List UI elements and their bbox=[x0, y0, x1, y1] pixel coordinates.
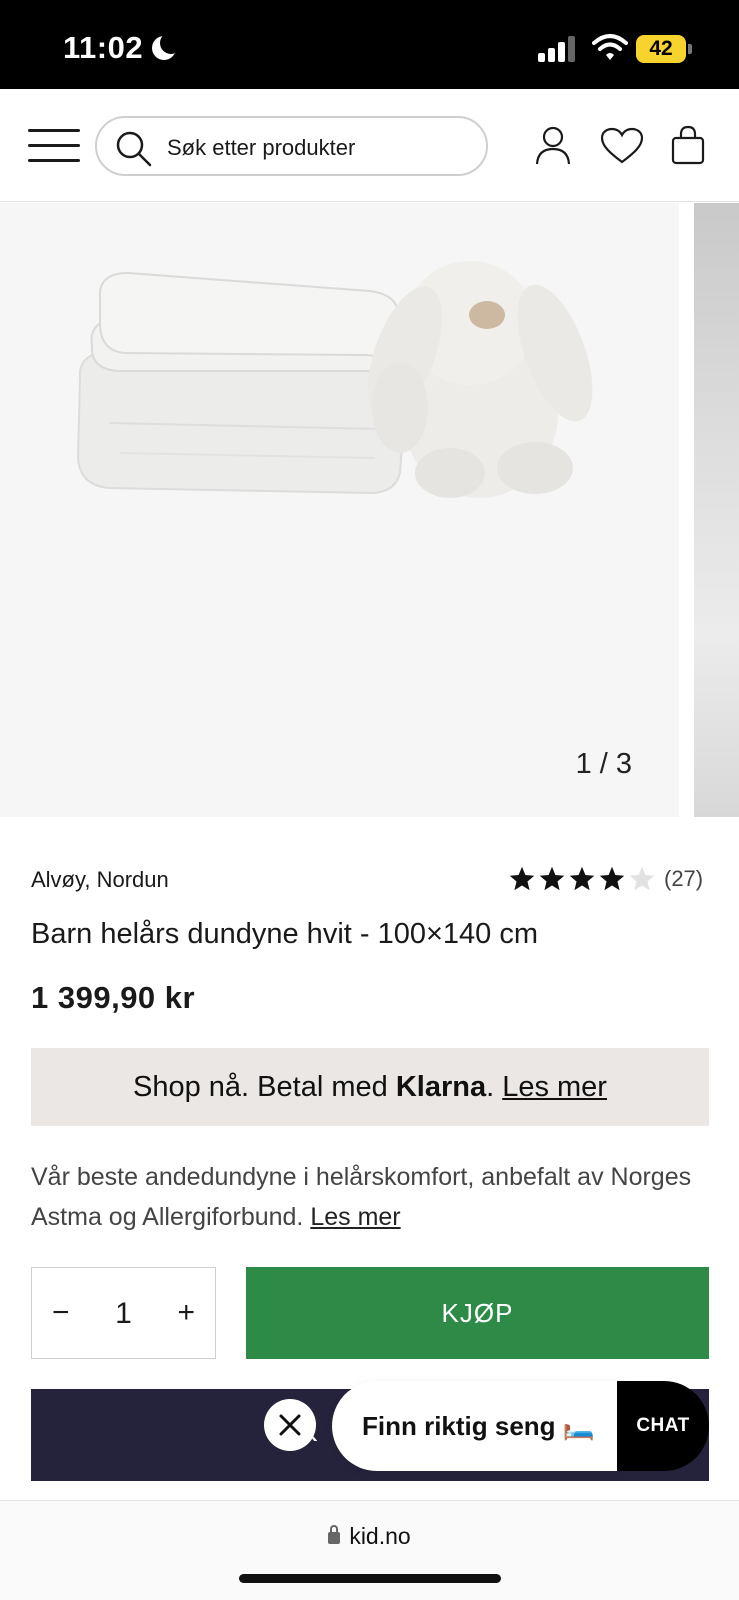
status-time: 11:02 bbox=[63, 30, 144, 65]
klarna-read-more-link[interactable]: Les mer bbox=[502, 1071, 607, 1103]
moon-icon bbox=[152, 32, 182, 60]
search-icon bbox=[116, 131, 152, 167]
product-brand[interactable]: Alvøy, Nordun bbox=[31, 867, 169, 893]
rating-stars[interactable] bbox=[508, 864, 658, 894]
product-page: 11:02 42 Søk etter produkter 1 / 3 Alvøy… bbox=[0, 0, 739, 1600]
next-image-peek[interactable] bbox=[694, 203, 739, 817]
klarna-logo: Klarna bbox=[395, 1071, 487, 1103]
review-count[interactable]: (27) bbox=[664, 866, 703, 892]
image-counter: 1 / 3 bbox=[575, 748, 632, 780]
lock-icon bbox=[328, 1525, 341, 1544]
klarna-prefix: Shop nå. Betal med bbox=[133, 1071, 396, 1103]
product-price: 1 399,90 kr bbox=[31, 980, 196, 1015]
product-description: Vår beste andedundyne i helårskomfort, a… bbox=[31, 1157, 721, 1237]
signal-icon bbox=[538, 36, 578, 62]
wifi-icon bbox=[592, 34, 628, 60]
heart-icon[interactable] bbox=[600, 127, 644, 165]
quantity-increase-button[interactable]: + bbox=[177, 1298, 195, 1328]
bag-icon[interactable] bbox=[671, 125, 705, 165]
close-icon bbox=[279, 1414, 301, 1436]
chat-button[interactable]: CHAT bbox=[617, 1381, 709, 1471]
star-filled-icon bbox=[599, 866, 625, 891]
star-filled-icon bbox=[539, 866, 565, 891]
product-gallery[interactable]: 1 / 3 bbox=[0, 203, 739, 817]
close-chat-prompt-button[interactable] bbox=[264, 1399, 316, 1451]
buy-button[interactable]: KJØP bbox=[246, 1267, 709, 1359]
klarna-suffix: . bbox=[486, 1071, 503, 1103]
battery-tip bbox=[688, 44, 692, 54]
duvet-and-bunny-illustration bbox=[76, 261, 593, 498]
quantity-stepper: − 1 + bbox=[31, 1267, 216, 1359]
product-image[interactable]: 1 / 3 bbox=[0, 203, 679, 817]
home-indicator[interactable] bbox=[239, 1574, 501, 1583]
star-filled-icon bbox=[569, 866, 595, 891]
battery-icon: 42 bbox=[636, 35, 686, 63]
chat-prompt-pill[interactable]: Finn riktig seng 🛏️ bbox=[332, 1381, 622, 1471]
site-header: Søk etter produkter bbox=[0, 89, 739, 202]
browser-url-bar[interactable]: kid.no bbox=[0, 1500, 739, 1600]
product-title: Barn helårs dundyne hvit - 100×140 cm bbox=[31, 918, 539, 950]
search-placeholder: Søk etter produkter bbox=[167, 135, 356, 160]
status-bar: 11:02 42 bbox=[0, 0, 739, 89]
star-filled-icon bbox=[509, 866, 535, 891]
url-text: kid.no bbox=[349, 1523, 411, 1549]
star-empty-icon bbox=[629, 866, 655, 891]
url-display[interactable]: kid.no bbox=[0, 1523, 739, 1550]
description-read-more-link[interactable]: Les mer bbox=[310, 1203, 400, 1231]
account-icon[interactable] bbox=[534, 125, 572, 165]
menu-icon[interactable] bbox=[28, 129, 80, 163]
chat-prompt-text: Finn riktig seng 🛏️ bbox=[362, 1411, 596, 1441]
klarna-banner[interactable]: Shop nå. Betal med Klarna. Les mer bbox=[31, 1048, 709, 1126]
search-input[interactable]: Søk etter produkter bbox=[95, 116, 488, 176]
